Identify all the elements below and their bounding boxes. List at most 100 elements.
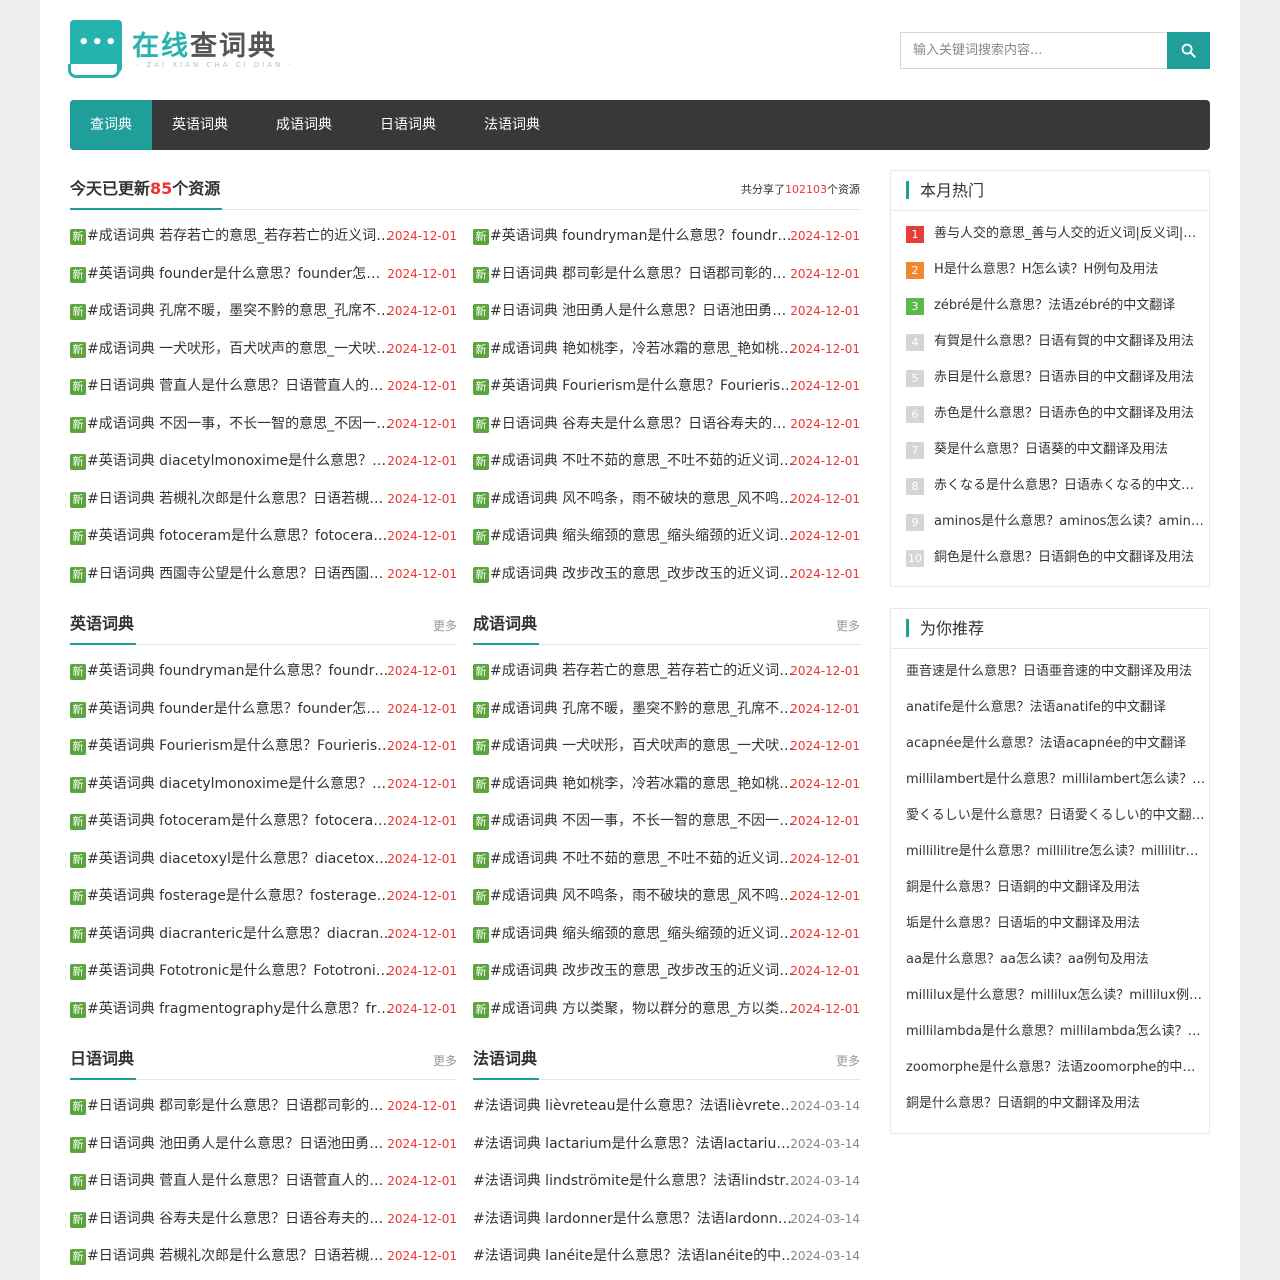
- item-link[interactable]: #日语词典 池田勇人是什么意思？日语池田勇人的中文翻译: [87, 1126, 394, 1164]
- item-link[interactable]: #英语词典 foundryman是什么意思？foundryman怎么读？: [87, 653, 394, 691]
- recommend-item-link[interactable]: 銅是什么意思？日语銅的中文翻译及用法: [906, 1086, 1206, 1122]
- hot-item[interactable]: 3 zébré是什么意思？法语zébré的中文翻译: [891, 288, 1209, 324]
- more-link[interactable]: 更多: [836, 1052, 860, 1069]
- list-item[interactable]: 新#英语词典 fotoceram是什么意思？fotoceram怎么读？2024-…: [70, 803, 457, 841]
- item-link[interactable]: #英语词典 foundryman是什么意思？foundryman怎么读？: [490, 218, 797, 256]
- hot-item-link[interactable]: 善与人交的意思_善与人交的近义词|反义词|例句: [934, 216, 1206, 252]
- list-item[interactable]: 新#成语词典 若存若亡的意思_若存若亡的近义词|反义词|例句2024-12-01: [473, 653, 860, 691]
- list-item[interactable]: #法语词典 lindströmite是什么意思？法语lindströmite的中…: [473, 1163, 860, 1201]
- nav-item-japanese[interactable]: 日语词典: [360, 100, 464, 150]
- item-link[interactable]: #英语词典 fotoceram是什么意思？fotoceram怎么读？: [87, 518, 394, 556]
- recommend-item[interactable]: 垢是什么意思？日语垢的中文翻译及用法: [891, 906, 1209, 942]
- list-item[interactable]: 新 #日语词典 谷寿夫是什么意思？日语谷寿夫的中文翻译 2024-12-01: [473, 406, 860, 444]
- list-item[interactable]: 新#英语词典 fragmentography是什么意思？fragmentogra…: [70, 991, 457, 1029]
- list-item[interactable]: 新#英语词典 diacranteric是什么意思？diacranteric怎么读…: [70, 916, 457, 954]
- list-item[interactable]: #法语词典 lactarium是什么意思？法语lactarium的中文翻译202…: [473, 1126, 860, 1164]
- hot-item[interactable]: 5 赤目是什么意思？日语赤目的中文翻译及用法: [891, 360, 1209, 396]
- list-item[interactable]: 新#成语词典 不因一事，不长一智的意思_不因一事，不长一智2024-12-01: [473, 803, 860, 841]
- recommend-item-link[interactable]: millilambda是什么意思？millilambda怎么读？millilam…: [906, 1014, 1206, 1050]
- recommend-item-link[interactable]: 愛くるしい是什么意思？日语愛くるしい的中文翻译及用法: [906, 798, 1206, 834]
- list-item[interactable]: #法语词典 lardonner是什么意思？法语lardonner的中文翻译202…: [473, 1201, 860, 1239]
- hot-item-link[interactable]: 有賀是什么意思？日语有賀的中文翻译及用法: [934, 324, 1206, 360]
- item-link[interactable]: #法语词典 lardonner是什么意思？法语lardonner的中文翻译: [473, 1201, 799, 1239]
- recommend-item-link[interactable]: 垢是什么意思？日语垢的中文翻译及用法: [906, 906, 1206, 942]
- item-link[interactable]: #成语词典 改步改玉的意思_改步改玉的近义词|反义词|例句: [490, 556, 797, 594]
- recommend-item-link[interactable]: zoomorphe是什么意思？法语zoomorphe的中文翻译: [906, 1050, 1206, 1086]
- recommend-item-link[interactable]: millilitre是什么意思？millilitre怎么读？millilitre…: [906, 834, 1206, 870]
- item-link[interactable]: #日语词典 若槻礼次郎是什么意思？日语若槻礼次郎: [87, 481, 394, 519]
- list-item[interactable]: #法语词典 lièvreteau是什么意思？法语lièvreteau的中文翻译2…: [473, 1088, 860, 1126]
- recommend-item[interactable]: 亜音速是什么意思？日语亜音速的中文翻译及用法: [891, 654, 1209, 690]
- recommend-item-link[interactable]: anatife是什么意思？法语anatife的中文翻译: [906, 690, 1206, 726]
- item-link[interactable]: #英语词典 fotoceram是什么意思？fotoceram怎么读？: [87, 803, 394, 841]
- recommend-item-link[interactable]: acapnée是什么意思？法语acapnée的中文翻译: [906, 726, 1206, 762]
- item-link[interactable]: #日语词典 谷寿夫是什么意思？日语谷寿夫的中文翻译: [490, 406, 797, 444]
- list-item[interactable]: 新#成语词典 孔席不暖，墨突不黔的意思_孔席不暖，墨突不黔2024-12-01: [70, 293, 457, 331]
- more-link[interactable]: 更多: [433, 1052, 457, 1069]
- item-link[interactable]: #英语词典 Fourierism是什么意思？Fourierism怎么读？: [87, 728, 394, 766]
- recommend-item[interactable]: anatife是什么意思？法语anatife的中文翻译: [891, 690, 1209, 726]
- item-link[interactable]: #法语词典 lanéite是什么意思？法语lanéite的中文翻译: [473, 1238, 799, 1276]
- hot-item[interactable]: 6 赤色是什么意思？日语赤色的中文翻译及用法: [891, 396, 1209, 432]
- item-link[interactable]: #日语词典 西園寺公望是什么意思？日语西園寺公望: [87, 556, 394, 594]
- list-item[interactable]: 新#成语词典 不吐不茹的意思_不吐不茹的近义词|反义词|例句2024-12-01: [473, 841, 860, 879]
- list-item[interactable]: 新#英语词典 foundryman是什么意思？foundryman怎么读？202…: [70, 653, 457, 691]
- recommend-item[interactable]: 愛くるしい是什么意思？日语愛くるしい的中文翻译及用法: [891, 798, 1209, 834]
- item-link[interactable]: #日语词典 若槻礼次郎是什么意思？日语若槻礼次郎: [87, 1238, 394, 1276]
- more-link[interactable]: 更多: [836, 617, 860, 634]
- item-link[interactable]: #日语词典 菅直人是什么意思？日语菅直人的中文翻译: [87, 368, 394, 406]
- recommend-item-link[interactable]: 亜音速是什么意思？日语亜音速的中文翻译及用法: [906, 654, 1206, 690]
- item-link[interactable]: #英语词典 fragmentography是什么意思？fragmentograp…: [87, 991, 394, 1029]
- item-link[interactable]: #成语词典 孔席不暖，墨突不黔的意思_孔席不暖，墨突不黔: [87, 293, 394, 331]
- list-item[interactable]: 新#成语词典 风不鸣条，雨不破块的意思_风不鸣条，雨不破块2024-12-01: [473, 481, 860, 519]
- item-link[interactable]: #成语词典 风不鸣条，雨不破块的意思_风不鸣条，雨不破块: [490, 481, 797, 519]
- item-link[interactable]: #成语词典 不吐不茹的意思_不吐不茹的近义词|反义词|例句: [490, 841, 797, 879]
- hot-item[interactable]: 4 有賀是什么意思？日语有賀的中文翻译及用法: [891, 324, 1209, 360]
- list-item[interactable]: 新#成语词典 艳如桃李，冷若冰霜的意思_艳如桃李，冷若冰霜2024-12-01: [473, 766, 860, 804]
- recommend-item-link[interactable]: 銅是什么意思？日语銅的中文翻译及用法: [906, 870, 1206, 906]
- recommend-item[interactable]: zoomorphe是什么意思？法语zoomorphe的中文翻译: [891, 1050, 1209, 1086]
- list-item[interactable]: 新#英语词典 Fototronic是什么意思？Fototronic怎么读？202…: [70, 953, 457, 991]
- hot-item[interactable]: 10 銅色是什么意思？日语銅色的中文翻译及用法: [891, 540, 1209, 576]
- hot-item-link[interactable]: 赤目是什么意思？日语赤目的中文翻译及用法: [934, 360, 1206, 396]
- item-link[interactable]: #英语词典 founder是什么意思？founder怎么读？: [87, 691, 394, 729]
- search-button[interactable]: [1167, 32, 1210, 69]
- recommend-item[interactable]: millilambda是什么意思？millilambda怎么读？millilam…: [891, 1014, 1209, 1050]
- item-link[interactable]: #法语词典 lactarium是什么意思？法语lactarium的中文翻译: [473, 1126, 799, 1164]
- item-link[interactable]: #英语词典 founder是什么意思？founder怎么读？: [87, 256, 394, 294]
- item-link[interactable]: #成语词典 一犬吠形，百犬吠声的意思_一犬吠形，百犬吠声: [490, 728, 797, 766]
- item-link[interactable]: #成语词典 一犬吠形，百犬吠声的意思_一犬吠形，百犬吠声: [87, 331, 394, 369]
- list-item[interactable]: 新#英语词典 Fourierism是什么意思？Fourierism怎么读？202…: [70, 728, 457, 766]
- more-link[interactable]: 更多: [433, 617, 457, 634]
- list-item[interactable]: 新#成语词典 孔席不暖，墨突不黔的意思_孔席不暖，墨突不黔2024-12-01: [473, 691, 860, 729]
- list-item[interactable]: 新 #日语词典 郡司彰是什么意思？日语郡司彰的中文翻译 2024-12-01: [70, 1088, 457, 1126]
- item-link[interactable]: #英语词典 Fototronic是什么意思？Fototronic怎么读？: [87, 953, 394, 991]
- list-item[interactable]: 新 #英语词典 founder是什么意思？founder怎么读？ 2024-12-0…: [70, 256, 457, 294]
- item-link[interactable]: #英语词典 diacetoxyl是什么意思？diacetoxyl怎么读？: [87, 841, 394, 879]
- item-link[interactable]: #英语词典 diacetylmonoxime是什么意思？diacetylmono…: [87, 766, 394, 804]
- list-item[interactable]: 新#英语词典 fotoceram是什么意思？fotoceram怎么读？2024-…: [70, 518, 457, 556]
- item-link[interactable]: #成语词典 缩头缩颈的意思_缩头缩颈的近义词|反义词|例句: [490, 518, 797, 556]
- hot-item-link[interactable]: zébré是什么意思？法语zébré的中文翻译: [934, 288, 1206, 324]
- hot-item-link[interactable]: 赤色是什么意思？日语赤色的中文翻译及用法: [934, 396, 1206, 432]
- recommend-item[interactable]: 銅是什么意思？日语銅的中文翻译及用法: [891, 870, 1209, 906]
- list-item[interactable]: 新 #日语词典 菅直人是什么意思？日语菅直人的中文翻译 2024-12-01: [70, 368, 457, 406]
- hot-item[interactable]: 1 善与人交的意思_善与人交的近义词|反义词|例句: [891, 216, 1209, 252]
- nav-item-french[interactable]: 法语词典: [464, 100, 560, 150]
- list-item[interactable]: 新#成语词典 方以类聚，物以群分的意思_方以类聚，物以群分2024-12-01: [473, 991, 860, 1029]
- hot-item[interactable]: 2 H是什么意思？H怎么读？H例句及用法: [891, 252, 1209, 288]
- item-link[interactable]: #成语词典 孔席不暖，墨突不黔的意思_孔席不暖，墨突不黔: [490, 691, 797, 729]
- item-link[interactable]: #日语词典 郡司彰是什么意思？日语郡司彰的中文翻译: [490, 256, 797, 294]
- item-link[interactable]: #成语词典 风不鸣条，雨不破块的意思_风不鸣条，雨不破块: [490, 878, 797, 916]
- recommend-item[interactable]: millilitre是什么意思？millilitre怎么读？millilitre…: [891, 834, 1209, 870]
- hot-item[interactable]: 7 葵是什么意思？日语葵的中文翻译及用法: [891, 432, 1209, 468]
- item-link[interactable]: #日语词典 郡司彰是什么意思？日语郡司彰的中文翻译: [87, 1088, 394, 1126]
- list-item[interactable]: 新#成语词典 一犬吠形，百犬吠声的意思_一犬吠形，百犬吠声2024-12-01: [473, 728, 860, 766]
- recommend-item[interactable]: millilux是什么意思？millilux怎么读？millilux例句及用法: [891, 978, 1209, 1014]
- list-item[interactable]: 新#英语词典 diacetylmonoxime是什么意思？diacetylmon…: [70, 766, 457, 804]
- list-item[interactable]: 新#成语词典 缩头缩颈的意思_缩头缩颈的近义词|反义词|例句2024-12-01: [473, 518, 860, 556]
- list-item[interactable]: 新#成语词典 不吐不茹的意思_不吐不茹的近义词|反义词|例句2024-12-01: [473, 443, 860, 481]
- item-link[interactable]: #日语词典 池田勇人是什么意思？日语池田勇人的中文翻译: [490, 293, 797, 331]
- list-item[interactable]: 新 #日语词典 若槻礼次郎是什么意思？日语若槻礼次郎 2024-12-01: [70, 1238, 457, 1276]
- list-item[interactable]: 新#成语词典 艳如桃李，冷若冰霜的意思_艳如桃李，冷若冰霜2024-12-01: [473, 331, 860, 369]
